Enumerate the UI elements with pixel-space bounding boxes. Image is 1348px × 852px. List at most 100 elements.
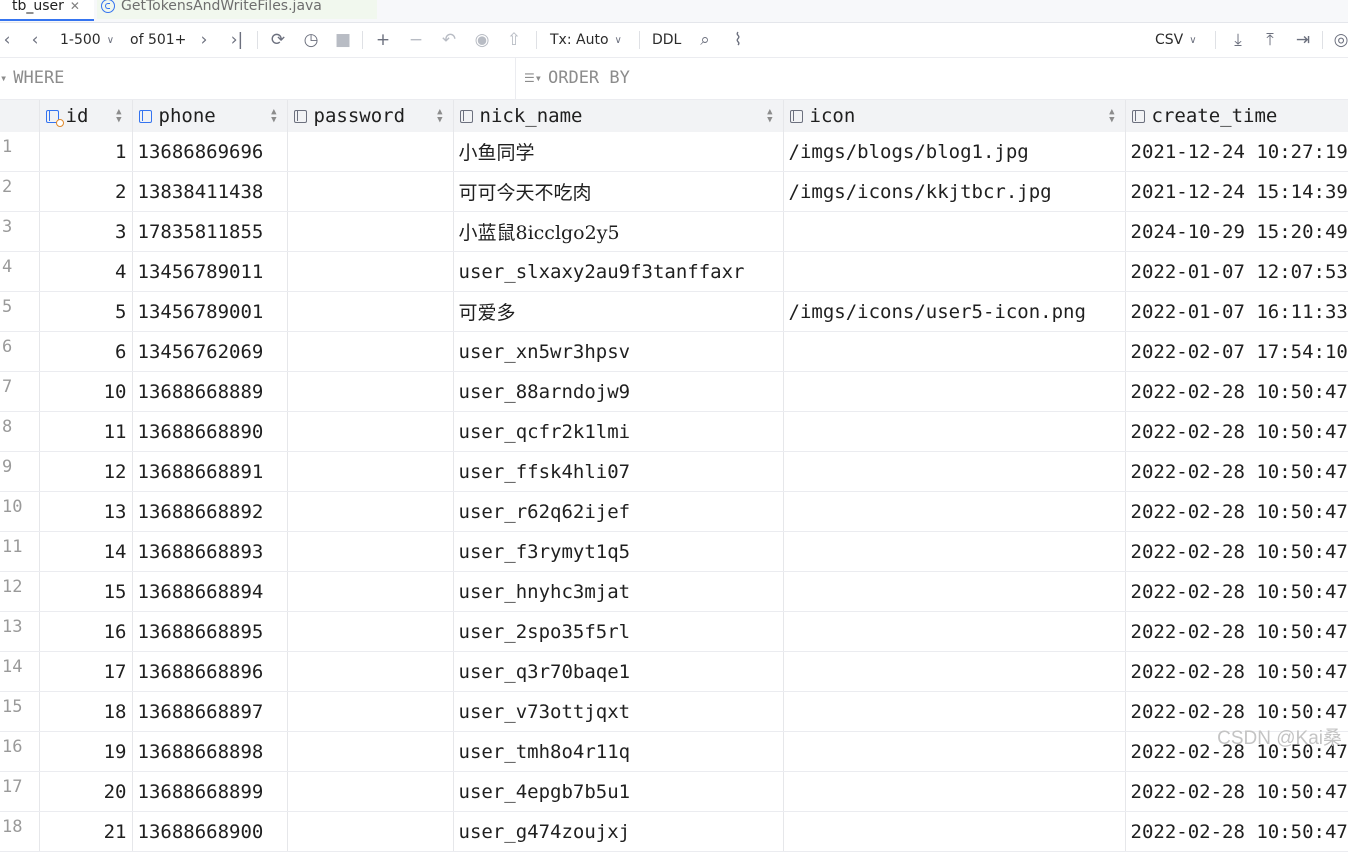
cell-password[interactable]: [287, 731, 454, 772]
table-row[interactable]: 2 2 13838411438 可可今天不吃肉/imgs/icons/kkjtbcr.…: [0, 171, 1348, 212]
history-icon[interactable]: ◷: [300, 23, 322, 57]
table-row[interactable]: 12 15 13688668894 user_hnyhc3mjat 2022-02-28…: [0, 571, 1348, 612]
cell-icon[interactable]: [783, 691, 1126, 732]
search-icon[interactable]: ⌕: [694, 23, 716, 57]
cell-create-time[interactable]: 2021-12-24 10:27:19: [1125, 132, 1348, 172]
page-range-selector[interactable]: 1-500 ∨: [60, 23, 114, 57]
cell-phone[interactable]: 13688668889: [132, 371, 288, 412]
cell-phone[interactable]: 13688668892: [132, 491, 288, 532]
cell-nick-name[interactable]: user_2spo35f5rl: [453, 611, 784, 652]
table-row[interactable]: 18 21 13688668900 user_g474zoujxj 2022-02-28…: [0, 811, 1348, 852]
cell-nick-name[interactable]: user_v73ottjqxt: [453, 691, 784, 732]
cell-password[interactable]: [287, 291, 454, 332]
cell-nick-name[interactable]: 可爱多: [453, 291, 784, 332]
cell-id[interactable]: 19: [39, 731, 133, 772]
table-row[interactable]: 1 1 13686869696 小鱼同学/imgs/blogs/blog1.jpg 20…: [0, 132, 1348, 172]
cell-icon[interactable]: [783, 451, 1126, 492]
sort-arrows-icon[interactable]: ▲ ▼: [1109, 108, 1114, 125]
cell-id[interactable]: 10: [39, 371, 133, 412]
cell-password[interactable]: [287, 331, 454, 372]
cell-phone[interactable]: 13688668891: [132, 451, 288, 492]
cell-password[interactable]: [287, 571, 454, 612]
cell-password[interactable]: [287, 171, 454, 212]
transaction-mode-selector[interactable]: Tx: Auto ∨: [550, 23, 622, 57]
cell-nick-name[interactable]: user_ffsk4hli07: [453, 451, 784, 492]
cell-create-time[interactable]: 2022-02-28 10:50:47: [1125, 491, 1348, 532]
cell-password[interactable]: [287, 491, 454, 532]
cell-create-time[interactable]: 2022-02-28 10:50:47: [1125, 651, 1348, 692]
stop-icon[interactable]: ■: [332, 23, 354, 57]
add-row-icon[interactable]: +: [372, 23, 394, 57]
cell-id[interactable]: 2: [39, 171, 133, 212]
cell-password[interactable]: [287, 371, 454, 412]
cell-phone[interactable]: 13688668890: [132, 411, 288, 452]
table-row[interactable]: 4 4 13456789011 user_slxaxy2au9f3tanffaxr 20…: [0, 251, 1348, 292]
close-icon[interactable]: ✕: [70, 0, 80, 13]
cell-password[interactable]: [287, 132, 454, 172]
cell-nick-name[interactable]: user_r62q62ijef: [453, 491, 784, 532]
table-row[interactable]: 8 11 13688668890 user_qcfr2k1lmi 2022-02-28 …: [0, 411, 1348, 452]
first-page-icon[interactable]: ‹: [0, 23, 18, 57]
cell-icon[interactable]: [783, 491, 1126, 532]
cell-id[interactable]: 18: [39, 691, 133, 732]
cell-nick-name[interactable]: user_q3r70baqe1: [453, 651, 784, 692]
cell-password[interactable]: [287, 771, 454, 812]
table-row[interactable]: 3 3 17835811855 小蓝鼠8icclgo2y5 2024-10-29 15:…: [0, 211, 1348, 252]
cell-id[interactable]: 16: [39, 611, 133, 652]
cell-create-time[interactable]: 2022-02-28 10:50:47: [1125, 531, 1348, 572]
table-row[interactable]: 11 14 13688668893 user_f3rymyt1q5 2022-02-28…: [0, 531, 1348, 572]
cell-phone[interactable]: 13688668899: [132, 771, 288, 812]
column-header-icon[interactable]: icon ▲ ▼: [783, 100, 1126, 132]
cell-nick-name[interactable]: 小蓝鼠8icclgo2y5: [453, 211, 784, 252]
table-row[interactable]: 6 6 13456762069 user_xn5wr3hpsv 2022-02-07 1…: [0, 331, 1348, 372]
download-icon[interactable]: ⤓: [1227, 23, 1249, 57]
cell-nick-name[interactable]: user_tmh8o4r11q: [453, 731, 784, 772]
column-header-phone[interactable]: phone ▲ ▼: [132, 100, 288, 132]
cell-icon[interactable]: [783, 811, 1126, 852]
cell-create-time[interactable]: 2022-02-28 10:50:47: [1125, 371, 1348, 412]
cell-id[interactable]: 21: [39, 811, 133, 852]
reload-icon[interactable]: ⟳: [267, 23, 289, 57]
sort-arrows-icon[interactable]: ▲ ▼: [271, 108, 276, 125]
cell-nick-name[interactable]: user_f3rymyt1q5: [453, 531, 784, 572]
table-row[interactable]: 17 20 13688668899 user_4epgb7b5u1 2022-02-28…: [0, 771, 1348, 812]
cell-phone[interactable]: 13688668895: [132, 611, 288, 652]
cell-nick-name[interactable]: user_hnyhc3mjat: [453, 571, 784, 612]
table-row[interactable]: 9 12 13688668891 user_ffsk4hli07 2022-02-28 …: [0, 451, 1348, 492]
sort-arrows-icon[interactable]: ▲ ▼: [116, 108, 121, 125]
next-page-icon[interactable]: ›: [193, 23, 215, 57]
cell-icon[interactable]: /imgs/blogs/blog1.jpg: [783, 132, 1126, 172]
cell-create-time[interactable]: 2022-02-28 10:50:47: [1125, 451, 1348, 492]
cell-phone[interactable]: 13838411438: [132, 171, 288, 212]
cell-phone[interactable]: 13456789011: [132, 251, 288, 292]
cell-icon[interactable]: [783, 371, 1126, 412]
cell-password[interactable]: [287, 811, 454, 852]
cell-id[interactable]: 15: [39, 571, 133, 612]
total-rows-label[interactable]: of 501+: [130, 23, 186, 57]
cell-phone[interactable]: 13456762069: [132, 331, 288, 372]
cell-id[interactable]: 1: [39, 132, 133, 172]
cell-create-time[interactable]: 2021-12-24 15:14:39: [1125, 171, 1348, 212]
cell-nick-name[interactable]: 小鱼同学: [453, 132, 784, 172]
cell-nick-name[interactable]: user_slxaxy2au9f3tanffaxr: [453, 251, 784, 292]
cell-phone[interactable]: 13688668898: [132, 731, 288, 772]
last-page-icon[interactable]: ›|: [226, 23, 248, 57]
cell-id[interactable]: 3: [39, 211, 133, 252]
cell-password[interactable]: [287, 211, 454, 252]
cell-create-time[interactable]: 2022-02-28 10:50:47: [1125, 571, 1348, 612]
cell-icon[interactable]: /imgs/icons/user5-icon.png: [783, 291, 1126, 332]
prev-page-icon[interactable]: ‹: [24, 23, 46, 57]
table-row[interactable]: 16 19 13688668898 user_tmh8o4r11q 2022-02-28…: [0, 731, 1348, 772]
cell-nick-name[interactable]: user_qcfr2k1lmi: [453, 411, 784, 452]
cell-icon[interactable]: [783, 651, 1126, 692]
chart-icon[interactable]: ⌇: [727, 23, 749, 57]
compare-icon[interactable]: ⇥: [1292, 23, 1314, 57]
cell-create-time[interactable]: 2022-02-28 10:50:47: [1125, 771, 1348, 812]
cell-icon[interactable]: [783, 611, 1126, 652]
cell-id[interactable]: 17: [39, 651, 133, 692]
cell-id[interactable]: 20: [39, 771, 133, 812]
cell-password[interactable]: [287, 531, 454, 572]
cell-phone[interactable]: 13686869696: [132, 132, 288, 172]
table-row[interactable]: 15 18 13688668897 user_v73ottjqxt 2022-02-28…: [0, 691, 1348, 732]
cell-create-time[interactable]: 2022-02-28 10:50:47: [1125, 411, 1348, 452]
